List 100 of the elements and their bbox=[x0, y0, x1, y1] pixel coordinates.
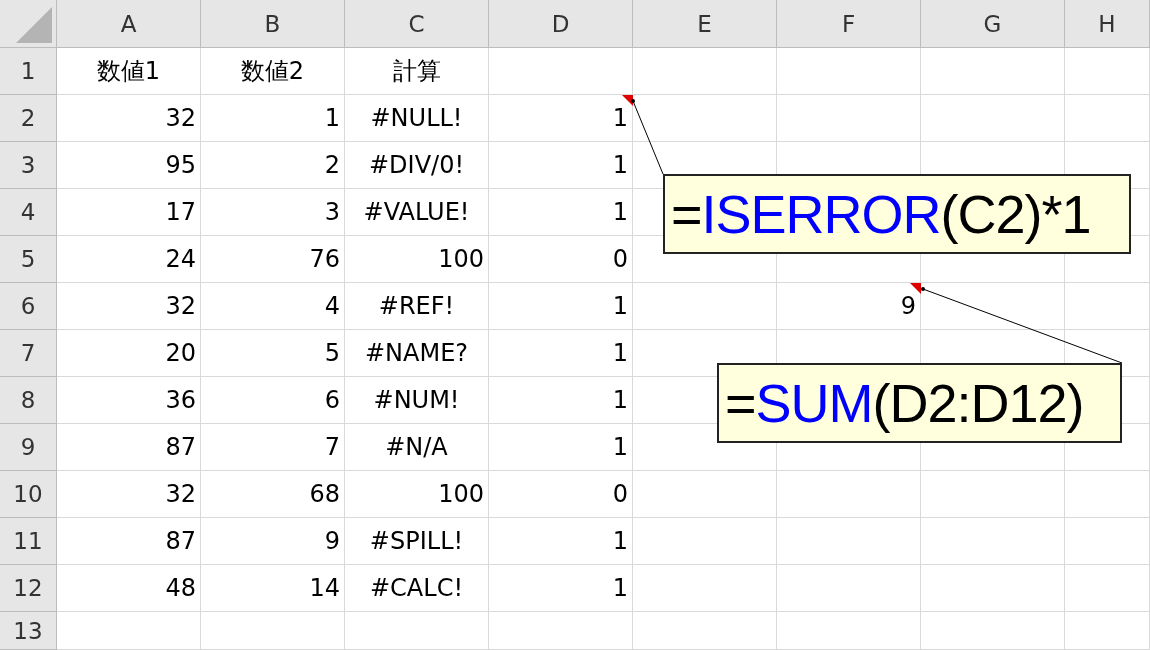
table-cell[interactable]: #REF! bbox=[345, 283, 489, 330]
table-cell[interactable]: 32 bbox=[57, 95, 201, 142]
column-header[interactable]: F bbox=[777, 0, 921, 48]
table-cell[interactable]: 9 bbox=[777, 283, 921, 330]
column-header[interactable]: C bbox=[345, 0, 489, 48]
table-cell[interactable] bbox=[633, 471, 777, 518]
table-cell[interactable]: 9 bbox=[201, 518, 345, 565]
table-cell[interactable] bbox=[201, 612, 345, 650]
table-cell[interactable] bbox=[345, 612, 489, 650]
table-cell[interactable]: #NUM! bbox=[345, 377, 489, 424]
row-header[interactable]: 4 bbox=[0, 189, 57, 236]
table-cell[interactable]: 1 bbox=[489, 565, 633, 612]
row-header[interactable]: 8 bbox=[0, 377, 57, 424]
table-cell[interactable]: #NULL! bbox=[345, 95, 489, 142]
table-cell[interactable]: 100 bbox=[345, 236, 489, 283]
table-cell[interactable]: 14 bbox=[201, 565, 345, 612]
row-header[interactable]: 3 bbox=[0, 142, 57, 189]
table-cell[interactable] bbox=[1065, 612, 1150, 650]
table-cell[interactable]: 1 bbox=[489, 142, 633, 189]
row-header[interactable]: 12 bbox=[0, 565, 57, 612]
table-cell[interactable]: 68 bbox=[201, 471, 345, 518]
table-cell[interactable]: 2 bbox=[201, 142, 345, 189]
table-cell[interactable] bbox=[1065, 283, 1150, 330]
table-cell[interactable]: 3 bbox=[201, 189, 345, 236]
row-header[interactable]: 1 bbox=[0, 48, 57, 95]
table-cell[interactable]: 87 bbox=[57, 424, 201, 471]
row-header[interactable]: 11 bbox=[0, 518, 57, 565]
column-header[interactable]: H bbox=[1065, 0, 1150, 48]
table-cell[interactable] bbox=[57, 612, 201, 650]
table-cell[interactable]: 1 bbox=[489, 283, 633, 330]
table-cell[interactable] bbox=[921, 95, 1065, 142]
table-cell[interactable]: 1 bbox=[489, 95, 633, 142]
table-cell[interactable] bbox=[921, 283, 1065, 330]
table-cell[interactable]: #DIV/0! bbox=[345, 142, 489, 189]
table-cell[interactable] bbox=[489, 48, 633, 95]
table-cell[interactable] bbox=[777, 471, 921, 518]
table-cell[interactable]: 36 bbox=[57, 377, 201, 424]
table-cell[interactable]: 1 bbox=[489, 424, 633, 471]
table-cell[interactable]: #NAME? bbox=[345, 330, 489, 377]
table-cell[interactable]: #SPILL! bbox=[345, 518, 489, 565]
table-cell[interactable] bbox=[921, 612, 1065, 650]
row-header[interactable]: 9 bbox=[0, 424, 57, 471]
table-cell[interactable]: 48 bbox=[57, 565, 201, 612]
table-cell[interactable] bbox=[1065, 95, 1150, 142]
table-cell[interactable]: 0 bbox=[489, 471, 633, 518]
table-cell[interactable]: 0 bbox=[489, 236, 633, 283]
table-cell[interactable] bbox=[921, 48, 1065, 95]
column-header[interactable]: B bbox=[201, 0, 345, 48]
table-cell[interactable] bbox=[1065, 518, 1150, 565]
table-cell[interactable]: 24 bbox=[57, 236, 201, 283]
table-cell[interactable]: 1 bbox=[201, 95, 345, 142]
table-cell[interactable]: #VALUE! bbox=[345, 189, 489, 236]
table-cell[interactable] bbox=[633, 518, 777, 565]
row-header[interactable]: 10 bbox=[0, 471, 57, 518]
row-header[interactable]: 6 bbox=[0, 283, 57, 330]
row-header[interactable]: 13 bbox=[0, 612, 57, 650]
table-cell[interactable]: 計算 bbox=[345, 48, 489, 95]
table-cell[interactable] bbox=[489, 612, 633, 650]
table-cell[interactable] bbox=[633, 565, 777, 612]
row-header[interactable]: 5 bbox=[0, 236, 57, 283]
table-cell[interactable] bbox=[633, 612, 777, 650]
table-cell[interactable]: 100 bbox=[345, 471, 489, 518]
table-cell[interactable] bbox=[777, 48, 921, 95]
table-cell[interactable] bbox=[633, 48, 777, 95]
table-cell[interactable]: 1 bbox=[489, 330, 633, 377]
table-cell[interactable] bbox=[921, 518, 1065, 565]
column-header[interactable]: G bbox=[921, 0, 1065, 48]
table-cell[interactable] bbox=[1065, 471, 1150, 518]
table-cell[interactable]: 数値1 bbox=[57, 48, 201, 95]
table-cell[interactable]: 87 bbox=[57, 518, 201, 565]
column-header[interactable]: E bbox=[633, 0, 777, 48]
table-cell[interactable] bbox=[921, 471, 1065, 518]
table-cell[interactable] bbox=[777, 612, 921, 650]
table-cell[interactable] bbox=[777, 565, 921, 612]
table-cell[interactable]: 95 bbox=[57, 142, 201, 189]
table-cell[interactable]: 4 bbox=[201, 283, 345, 330]
table-cell[interactable] bbox=[1065, 565, 1150, 612]
table-cell[interactable] bbox=[633, 283, 777, 330]
table-cell[interactable]: 1 bbox=[489, 377, 633, 424]
column-header[interactable]: D bbox=[489, 0, 633, 48]
table-cell[interactable] bbox=[777, 518, 921, 565]
table-cell[interactable]: 数値2 bbox=[201, 48, 345, 95]
table-cell[interactable]: 20 bbox=[57, 330, 201, 377]
table-cell[interactable]: #CALC! bbox=[345, 565, 489, 612]
column-header[interactable]: A bbox=[57, 0, 201, 48]
table-cell[interactable]: 1 bbox=[489, 518, 633, 565]
row-header[interactable]: 2 bbox=[0, 95, 57, 142]
table-cell[interactable] bbox=[1065, 48, 1150, 95]
table-cell[interactable]: 5 bbox=[201, 330, 345, 377]
table-cell[interactable]: 6 bbox=[201, 377, 345, 424]
table-cell[interactable] bbox=[777, 95, 921, 142]
table-cell[interactable] bbox=[633, 95, 777, 142]
table-cell[interactable]: 76 bbox=[201, 236, 345, 283]
table-cell[interactable]: 32 bbox=[57, 471, 201, 518]
table-cell[interactable]: 1 bbox=[489, 189, 633, 236]
table-cell[interactable] bbox=[921, 565, 1065, 612]
table-cell[interactable]: #N/A bbox=[345, 424, 489, 471]
table-cell[interactable]: 17 bbox=[57, 189, 201, 236]
row-header[interactable]: 7 bbox=[0, 330, 57, 377]
table-cell[interactable]: 32 bbox=[57, 283, 201, 330]
